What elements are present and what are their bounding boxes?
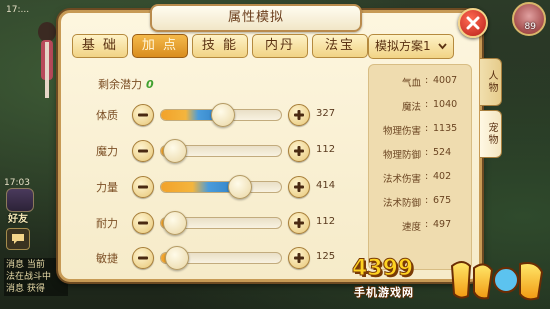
- watermark-subtitle: 手机游戏网: [354, 286, 414, 299]
- message-line: 消息 获得: [6, 284, 45, 294]
- dialog-title: 属性模拟: [227, 10, 284, 25]
- tab-add-points[interactable]: 加 点: [132, 34, 188, 58]
- side-avatar[interactable]: [6, 188, 34, 212]
- stat-value: 1135: [433, 123, 458, 134]
- stat-label: 气血: [401, 78, 421, 89]
- close-icon: [466, 16, 480, 30]
- attribute-slider[interactable]: [160, 103, 282, 127]
- side-tab-pet[interactable]: 宠物: [480, 110, 502, 158]
- message-line: 法在战斗中: [6, 272, 52, 282]
- slider-handle[interactable]: [228, 175, 253, 199]
- slider-handle[interactable]: [163, 211, 188, 235]
- attribute-row: 耐力 112: [96, 211, 344, 235]
- stat-value: 1040: [433, 99, 458, 110]
- attribute-row: 体质 327: [96, 103, 344, 127]
- slider-handle[interactable]: [164, 246, 189, 270]
- increase-button[interactable]: [288, 247, 310, 269]
- increase-button[interactable]: [288, 140, 310, 162]
- minus-icon: [138, 185, 148, 189]
- attribute-value: 112: [316, 216, 336, 227]
- attribute-label: 魔力: [96, 145, 118, 158]
- stat-label: 法术伤害: [382, 174, 421, 185]
- stat-label: 速度: [401, 222, 421, 233]
- attribute-value: 112: [316, 144, 336, 155]
- attribute-slider[interactable]: [160, 139, 282, 163]
- slider-handle[interactable]: [163, 139, 188, 163]
- attribute-slider[interactable]: [160, 246, 282, 270]
- attribute-value: 327: [316, 108, 336, 119]
- potential-value: 0: [146, 78, 154, 91]
- plus-icon: [294, 182, 304, 192]
- watermark-4399: 4399 手机游戏网: [351, 256, 548, 306]
- message-line: 消息 当前: [6, 260, 45, 270]
- stats-panel: 气血:4007 魔法:1040 物理伤害:1135 物理防御:524 法术伤害:…: [368, 64, 472, 270]
- attribute-slider[interactable]: [160, 175, 282, 199]
- preset-selected: 模拟方案1: [375, 39, 431, 53]
- stat-label: 物理伤害: [382, 126, 421, 137]
- minus-icon: [138, 221, 148, 225]
- minus-icon: [138, 256, 148, 260]
- attribute-row: 敏捷 125: [96, 246, 344, 270]
- stat-label: 法术防御: [382, 198, 421, 209]
- tab-basic[interactable]: 基 础: [72, 34, 128, 58]
- attribute-value: 414: [316, 180, 336, 191]
- attribute-value: 125: [316, 251, 336, 262]
- plus-icon: [294, 253, 304, 263]
- plus-icon: [294, 146, 304, 156]
- potential-label: 剩余潜力: [98, 78, 142, 91]
- plus-icon: [294, 218, 304, 228]
- game-logo: [450, 261, 544, 301]
- minus-icon: [138, 149, 148, 153]
- hero-character: [38, 22, 56, 98]
- stat-value: 497: [433, 219, 452, 230]
- decrease-button[interactable]: [132, 140, 154, 162]
- increase-button[interactable]: [288, 104, 310, 126]
- stat-label: 物理防御: [382, 150, 421, 161]
- tab-skills[interactable]: 技 能: [192, 34, 248, 58]
- attribute-label: 力量: [96, 181, 118, 194]
- player-level: 89: [524, 22, 536, 32]
- side-time: 17:03: [4, 178, 30, 188]
- stat-value: 524: [433, 147, 452, 158]
- stat-value: 4007: [433, 75, 458, 86]
- increase-button[interactable]: [288, 176, 310, 198]
- tab-bar: 基 础 加 点 技 能 内丹 法宝: [72, 34, 368, 58]
- friend-button[interactable]: 好友: [8, 210, 28, 225]
- increase-button[interactable]: [288, 212, 310, 234]
- attribute-label: 敏捷: [96, 252, 118, 265]
- decrease-button[interactable]: [132, 104, 154, 126]
- attribute-row: 魔力 112: [96, 139, 344, 163]
- preset-dropdown[interactable]: 模拟方案1: [368, 34, 454, 59]
- dialog-title-plate: 属性模拟: [150, 4, 362, 32]
- remaining-potential: 剩余潜力 0: [98, 76, 154, 92]
- tab-magic-treasure[interactable]: 法宝: [312, 34, 368, 58]
- stat-value: 402: [433, 171, 452, 182]
- plus-icon: [294, 110, 304, 120]
- attribute-label: 耐力: [96, 217, 118, 230]
- watermark-number: 4399: [351, 256, 414, 282]
- stat-label: 魔法: [401, 102, 421, 113]
- close-button[interactable]: [458, 8, 488, 38]
- decrease-button[interactable]: [132, 247, 154, 269]
- slider-handle[interactable]: [211, 103, 236, 127]
- attribute-slider[interactable]: [160, 211, 282, 235]
- stat-value: 675: [433, 195, 452, 206]
- decrease-button[interactable]: [132, 176, 154, 198]
- tab-inner-core[interactable]: 内丹: [252, 34, 308, 58]
- top-time: 17:...: [6, 5, 30, 15]
- decrease-button[interactable]: [132, 212, 154, 234]
- chevron-down-icon: [438, 43, 447, 50]
- minus-icon: [138, 113, 148, 117]
- attribute-label: 体质: [96, 109, 118, 122]
- chat-icon[interactable]: [6, 228, 30, 250]
- side-tab-character[interactable]: 人物: [480, 58, 502, 106]
- attribute-row: 力量 414: [96, 175, 344, 199]
